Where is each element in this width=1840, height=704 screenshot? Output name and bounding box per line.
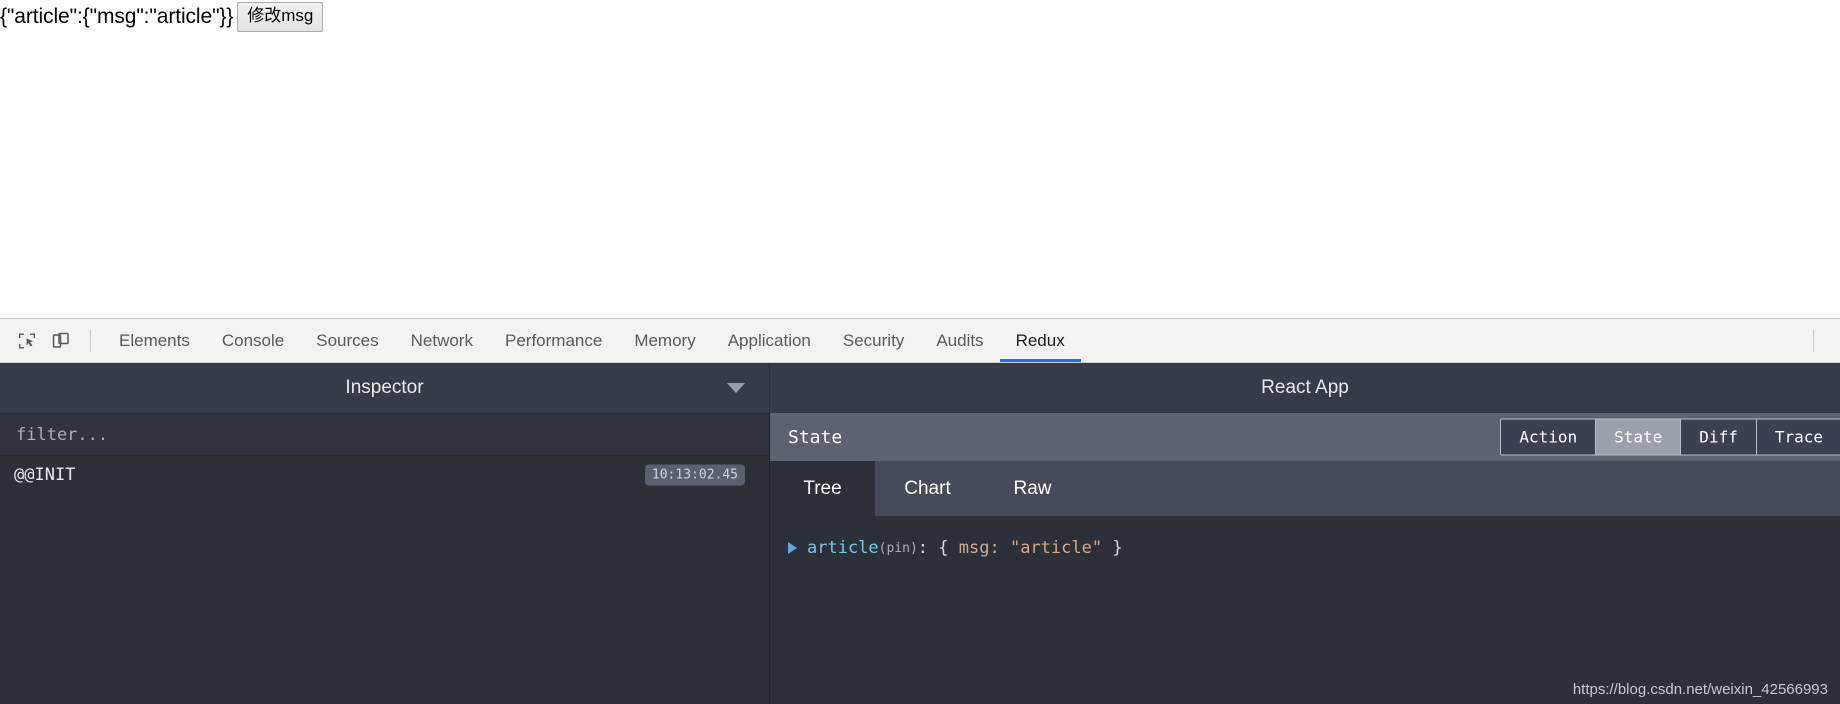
action-list: @@INIT 10:13:02.45 bbox=[0, 456, 769, 704]
filter-row bbox=[0, 413, 769, 456]
tab-memory[interactable]: Memory bbox=[618, 319, 711, 362]
instance-title: React App bbox=[1261, 377, 1349, 398]
mode-button-trace[interactable]: Trace bbox=[1756, 419, 1840, 455]
tab-elements[interactable]: Elements bbox=[103, 319, 206, 362]
devtools-tabbar: Elements Console Sources Network Perform… bbox=[0, 319, 1840, 363]
tab-application[interactable]: Application bbox=[712, 319, 827, 362]
device-toolbar-icon[interactable] bbox=[44, 324, 78, 358]
watermark: https://blog.csdn.net/weixin_42566993 bbox=[1572, 681, 1828, 698]
mode-button-diff[interactable]: Diff bbox=[1681, 419, 1757, 455]
state-pane: State Action State Diff Trace Tree Chart… bbox=[770, 413, 1840, 704]
tabbar-right-divider bbox=[1813, 330, 1814, 352]
tree-node-pin[interactable]: (pin) bbox=[879, 541, 918, 556]
tree-prop-name: msg: bbox=[958, 538, 1010, 558]
state-tree: article (pin) : { msg: "article" } https… bbox=[770, 516, 1840, 704]
tree-close-brace: } bbox=[1102, 538, 1123, 558]
tree-node-colon: : bbox=[917, 538, 939, 558]
view-tab-chart[interactable]: Chart bbox=[875, 461, 980, 516]
filter-input[interactable] bbox=[14, 423, 769, 446]
web-page-area: {"article":{"msg":"article"}} 修改msg bbox=[0, 0, 1840, 318]
action-list-item[interactable]: @@INIT 10:13:02.45 bbox=[0, 456, 769, 494]
tab-performance[interactable]: Performance bbox=[489, 319, 618, 362]
action-name: @@INIT bbox=[14, 465, 76, 485]
inspector-title: Inspector bbox=[345, 377, 424, 398]
mode-button-state[interactable]: State bbox=[1596, 419, 1682, 455]
view-tabs: Tree Chart Raw bbox=[770, 461, 1840, 516]
tab-network[interactable]: Network bbox=[395, 319, 489, 362]
state-bar-label: State bbox=[788, 426, 843, 448]
view-tab-tree[interactable]: Tree bbox=[770, 461, 875, 516]
inspector-header: Inspector bbox=[0, 363, 770, 413]
instance-header: React App bbox=[770, 363, 1840, 413]
devtools-panel: Elements Console Sources Network Perform… bbox=[0, 318, 1840, 704]
tree-row-article[interactable]: article (pin) : { msg: "article" } bbox=[788, 538, 1840, 558]
redux-body: @@INIT 10:13:02.45 State Action State Di… bbox=[0, 413, 1840, 704]
redux-header: Inspector React App bbox=[0, 363, 1840, 413]
inspect-element-icon-glyph bbox=[19, 333, 35, 348]
chevron-down-icon[interactable] bbox=[727, 383, 745, 393]
mode-button-action[interactable]: Action bbox=[1501, 419, 1597, 455]
state-bar: State Action State Diff Trace bbox=[770, 413, 1840, 461]
tab-audits[interactable]: Audits bbox=[920, 319, 999, 362]
triangle-right-icon[interactable] bbox=[788, 542, 797, 554]
actions-pane: @@INIT 10:13:02.45 bbox=[0, 413, 770, 704]
toolbar-divider bbox=[90, 329, 91, 352]
action-timestamp: 10:13:02.45 bbox=[644, 464, 745, 486]
tab-console[interactable]: Console bbox=[206, 319, 300, 362]
device-toolbar-icon-glyph bbox=[52, 332, 69, 348]
modify-msg-button[interactable]: 修改msg bbox=[237, 2, 324, 32]
tab-sources[interactable]: Sources bbox=[300, 319, 394, 362]
tree-node-key: article bbox=[807, 538, 879, 558]
inspect-element-icon[interactable] bbox=[10, 324, 44, 358]
mode-button-group: Action State Diff Trace bbox=[1500, 418, 1840, 456]
view-tab-raw[interactable]: Raw bbox=[980, 461, 1085, 516]
tree-open-brace: { bbox=[938, 538, 959, 558]
tree-prop-value: "article" bbox=[1009, 538, 1103, 558]
tab-security[interactable]: Security bbox=[827, 319, 920, 362]
tab-redux[interactable]: Redux bbox=[1000, 319, 1081, 362]
store-state-text: {"article":{"msg":"article"}} bbox=[0, 5, 234, 28]
app-root: {"article":{"msg":"article"}} 修改msg bbox=[0, 2, 324, 32]
